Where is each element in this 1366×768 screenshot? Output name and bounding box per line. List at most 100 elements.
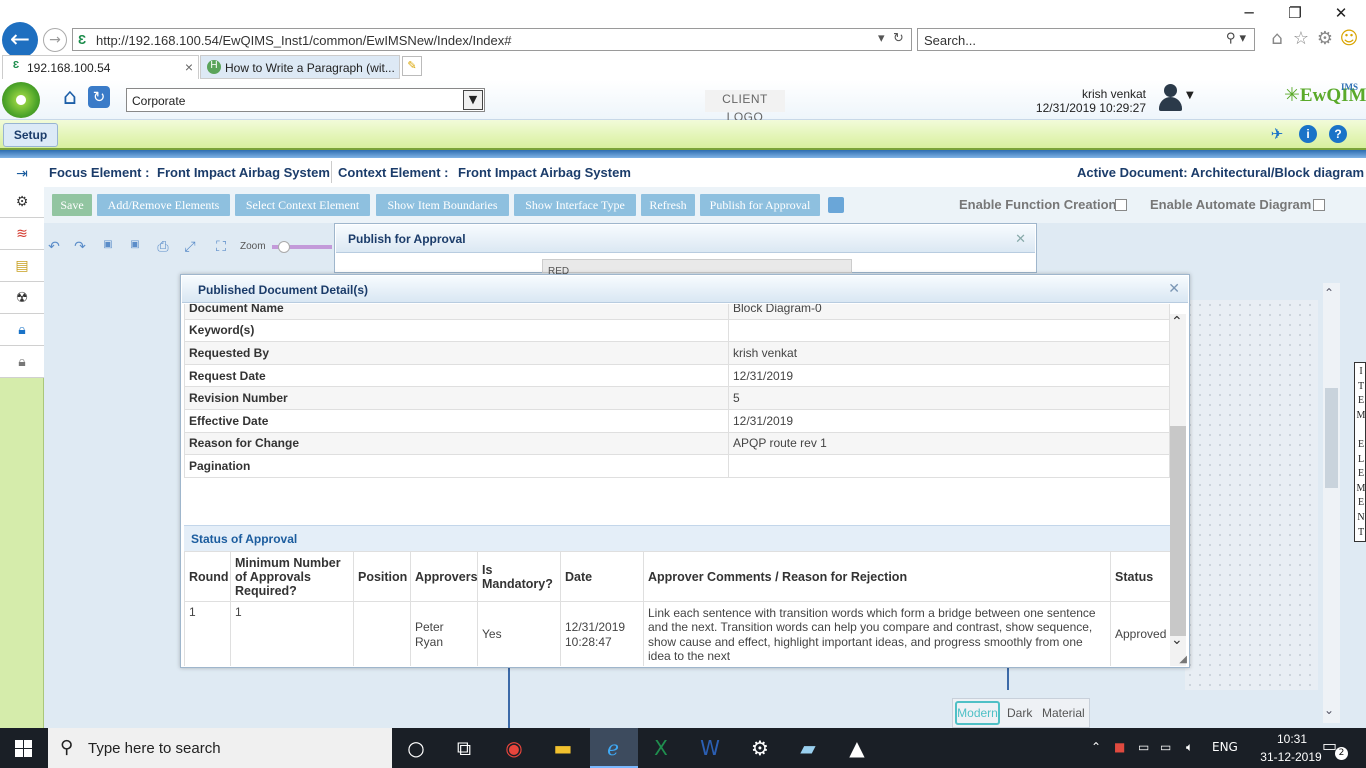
theme-dark-option[interactable]: Dark <box>1007 706 1032 720</box>
status-cell-mandatory: Yes <box>477 601 561 666</box>
save-button[interactable]: Save <box>52 194 92 216</box>
word-icon[interactable]: W <box>695 733 725 763</box>
pin-icon[interactable]: ✈ <box>1268 125 1286 143</box>
forward-icon[interactable]: → <box>43 28 67 52</box>
new-tab-icon[interactable]: ✎ <box>402 56 422 76</box>
minimize-icon[interactable]: ─ <box>1234 4 1264 24</box>
close-icon[interactable]: ✕ <box>1015 231 1026 247</box>
notepad-icon[interactable]: ▰ <box>793 733 823 763</box>
clock-time[interactable]: 10:31 <box>1262 732 1322 746</box>
search-icon[interactable]: ⚲ ▾ <box>1226 31 1246 46</box>
home-icon[interactable]: ⌂ <box>1266 28 1288 50</box>
sidebar-lock-icon[interactable]: 🔒︎ <box>0 314 44 346</box>
windows-start-icon[interactable] <box>0 728 48 768</box>
show-interface-type-button[interactable]: Show Interface Type <box>514 194 636 216</box>
redo-icon[interactable]: ↷ <box>71 239 89 257</box>
chevron-down-icon[interactable]: ⌄ <box>1171 632 1183 648</box>
enable-automate-diagram-checkbox[interactable] <box>1313 199 1325 211</box>
organization-select[interactable]: Corporate ▼ <box>126 88 485 112</box>
refresh-icon[interactable]: ↻ <box>893 31 904 46</box>
scrollbar-thumb[interactable] <box>1325 388 1338 488</box>
select-context-element-button[interactable]: Select Context Element <box>235 194 370 216</box>
user-avatar-icon[interactable] <box>1156 82 1184 114</box>
theme-modern-option[interactable]: Modern <box>955 701 1000 725</box>
sidebar-settings-icon[interactable]: ⚙ <box>0 186 44 218</box>
app-logo-icon[interactable] <box>2 82 40 118</box>
smiley-feedback-icon[interactable]: ☺ <box>1338 28 1360 50</box>
chevron-up-icon[interactable]: ⌃ <box>1171 314 1183 330</box>
add-remove-elements-button[interactable]: Add/Remove Elements <box>97 194 230 216</box>
copy-icon[interactable] <box>828 197 844 213</box>
item-element-panel-tab[interactable]: I T E M E L E M E N T <box>1354 362 1366 542</box>
export-svg-icon[interactable]: ▣ <box>99 239 117 257</box>
security-tray-icon[interactable]: ■ <box>1114 740 1125 754</box>
address-bar[interactable]: Ɛ http://192.168.100.54/EwQIMS_Inst1/com… <box>72 28 912 51</box>
canvas-scrollbar[interactable]: ⌃ ⌄ <box>1323 283 1340 723</box>
favorites-star-icon[interactable]: ☆ <box>1290 28 1312 50</box>
sidebar-layers-icon[interactable]: ≋ <box>0 218 44 250</box>
app-home-icon[interactable]: ⌂ <box>58 86 82 110</box>
scrollbar-thumb[interactable] <box>1170 426 1186 636</box>
zoom-slider-handle[interactable] <box>278 241 290 253</box>
user-menu-caret-icon[interactable]: ▼ <box>1186 90 1194 101</box>
volume-icon[interactable]: 🔈︎ <box>1186 740 1193 755</box>
refresh-button[interactable]: Refresh <box>641 194 695 216</box>
brand-logo: ✳EwQIMS IMS <box>1284 82 1366 112</box>
fullscreen-icon[interactable]: ⛶ <box>212 239 230 257</box>
settings-gear-icon[interactable]: ⚙ <box>1314 28 1336 50</box>
dialog-body: Document Name Block Diagram-0 Keyword(s) Re… <box>184 304 1170 666</box>
resize-grip-icon[interactable]: ◢ <box>1179 654 1187 665</box>
settings-gear-icon[interactable]: ⚙ <box>745 733 775 763</box>
network-icon[interactable]: ▭ <box>1160 740 1171 754</box>
undo-icon[interactable]: ↶ <box>45 239 63 257</box>
browser-tab[interactable]: H How to Write a Paragraph (wit... <box>200 55 400 79</box>
taskbar-search-input[interactable]: ⚲ Type here to search <box>48 728 392 768</box>
enable-function-creation-checkbox[interactable] <box>1115 199 1127 211</box>
sidebar-lock-closed-icon[interactable]: 🔒︎ <box>0 346 44 378</box>
chrome-icon[interactable]: ◉ <box>499 733 529 763</box>
theme-material-option[interactable]: Material <box>1042 706 1085 720</box>
sidebar-hazard-icon[interactable]: ☢ <box>0 282 44 314</box>
language-indicator[interactable]: ENG <box>1212 740 1238 754</box>
chevron-down-icon[interactable]: ⌄ <box>1324 703 1334 717</box>
browser-search-input[interactable]: Search... ⚲ ▾ <box>917 28 1255 51</box>
photos-icon[interactable]: ▲ <box>842 733 872 763</box>
task-view-icon[interactable]: ⧉ <box>449 733 479 763</box>
browser-tab-active[interactable]: Ɛ 192.168.100.54 × <box>2 55 199 79</box>
show-item-boundaries-button[interactable]: Show Item Boundaries <box>376 194 509 216</box>
excel-icon[interactable]: X <box>646 733 676 763</box>
fit-screen-icon[interactable]: ⤢ <box>181 239 199 257</box>
back-icon[interactable]: ← <box>2 22 38 58</box>
export-png-icon[interactable]: ▣ <box>126 239 144 257</box>
restore-icon[interactable]: ❐ <box>1280 4 1310 24</box>
help-icon[interactable]: ? <box>1329 125 1347 143</box>
url-text[interactable]: http://192.168.100.54/EwQIMS_Inst1/commo… <box>96 33 512 48</box>
close-window-icon[interactable]: ✕ <box>1326 4 1356 24</box>
clock-date[interactable]: 31-12-2019 <box>1255 750 1327 764</box>
info-icon[interactable]: i <box>1299 125 1317 143</box>
print-icon[interactable]: ⎙ <box>154 239 172 257</box>
status-cell-min-approvals: 1 <box>230 601 354 666</box>
url-dropdown-icon[interactable]: ▾ <box>878 31 885 46</box>
publish-field[interactable]: RED <box>542 259 852 277</box>
info-row: Requested By krish venkat <box>184 341 1170 365</box>
notification-center-icon[interactable]: ▭ 2 <box>1322 736 1348 760</box>
close-icon[interactable]: ✕ <box>1168 281 1180 297</box>
show-hidden-icons-icon[interactable]: ⌃ <box>1091 740 1101 754</box>
info-value: krish venkat <box>728 341 1170 365</box>
close-tab-icon[interactable]: × <box>185 59 193 75</box>
wikihow-favicon-icon: H <box>207 60 221 74</box>
dialog-scrollbar[interactable]: ⌃ ⌄ <box>1170 314 1186 666</box>
cortana-icon[interactable]: ○ <box>401 733 431 763</box>
setup-menu-button[interactable]: Setup <box>3 123 58 147</box>
battery-icon[interactable]: ▭ <box>1138 740 1149 754</box>
publish-for-approval-button[interactable]: Publish for Approval <box>700 194 820 216</box>
sidebar-tools-icon[interactable]: ▤ <box>0 250 44 282</box>
info-value <box>728 454 1170 478</box>
internet-explorer-icon[interactable]: ℯ <box>598 733 628 763</box>
chevron-down-icon[interactable]: ▼ <box>463 90 483 110</box>
diagram-grid[interactable] <box>1185 300 1318 690</box>
app-refresh-icon[interactable]: ↻ <box>88 86 110 108</box>
chevron-up-icon[interactable]: ⌃ <box>1324 286 1334 300</box>
file-explorer-icon[interactable]: ▬ <box>548 733 578 763</box>
